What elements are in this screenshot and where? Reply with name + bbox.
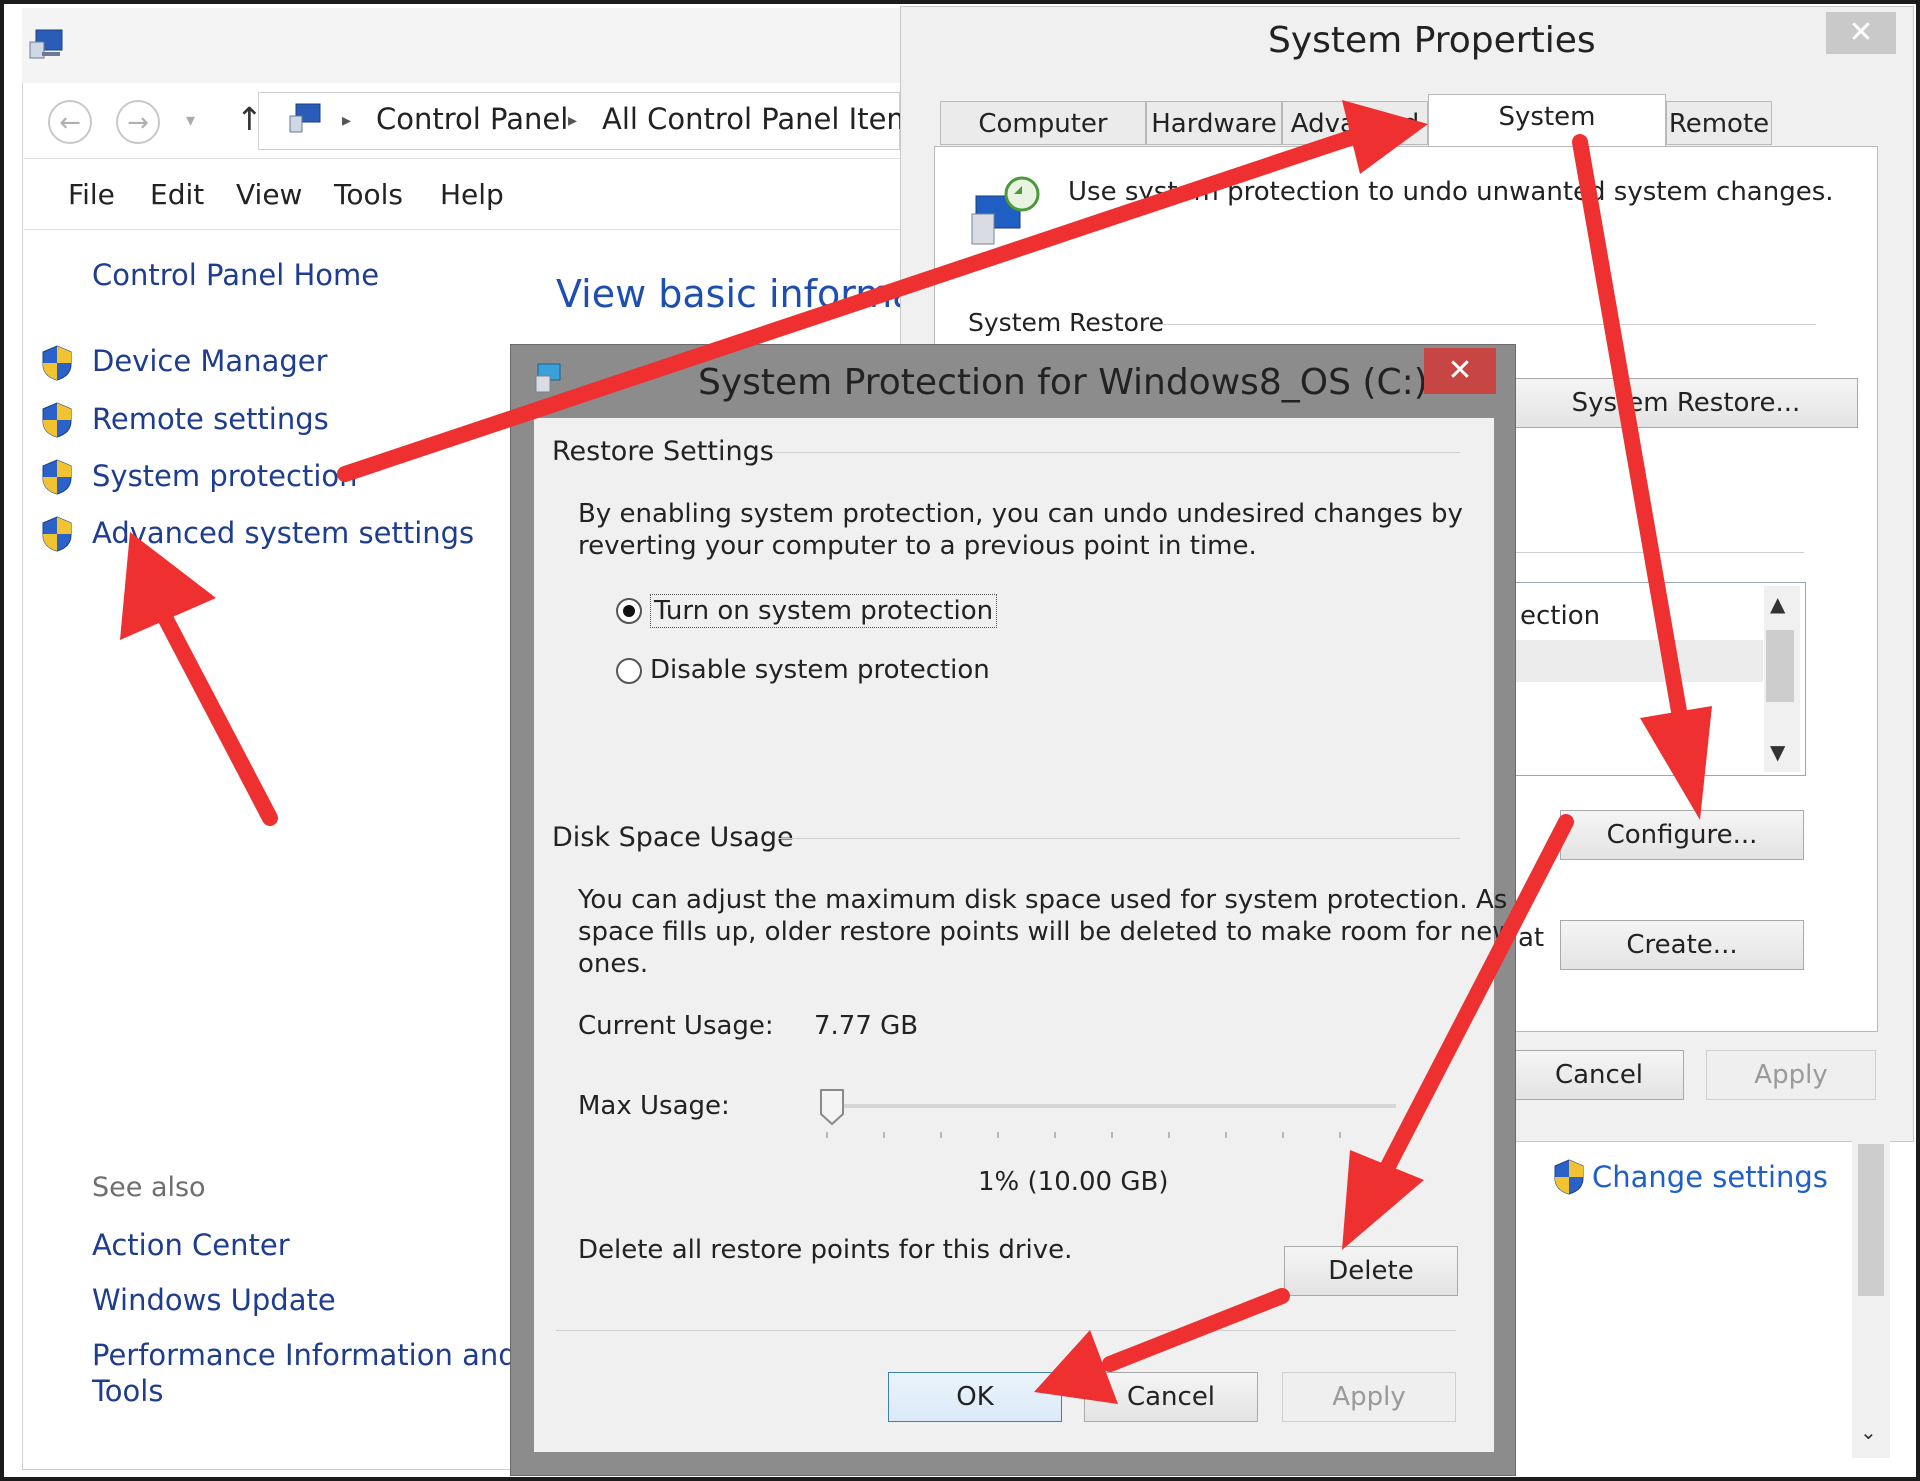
- menu-view[interactable]: View: [236, 178, 302, 211]
- list-item[interactable]: [1515, 640, 1763, 682]
- dialog-cancel-button[interactable]: Cancel: [1084, 1372, 1258, 1422]
- slider-tick-mark: [1111, 1132, 1113, 1138]
- scrollbar-thumb[interactable]: [1766, 630, 1794, 702]
- radio-disable-label[interactable]: Disable system protection: [650, 654, 990, 686]
- see-also-heading: See also: [92, 1172, 206, 1203]
- system-restore-icon: [971, 176, 1040, 245]
- menu-help[interactable]: Help: [440, 178, 504, 211]
- max-usage-slider-ticks: [826, 1132, 1398, 1140]
- system-restore-button[interactable]: System Restore...: [1514, 378, 1858, 428]
- restore-settings-label: Restore Settings: [552, 436, 774, 467]
- group-divider: [1156, 324, 1816, 325]
- breadcrumb-control-panel[interactable]: Control Panel: [376, 102, 568, 136]
- tab-remote[interactable]: Remote: [1666, 101, 1772, 145]
- menu-tools[interactable]: Tools: [334, 178, 403, 211]
- max-usage-label: Max Usage:: [578, 1091, 730, 1121]
- control-panel-home-link[interactable]: Control Panel Home: [92, 258, 379, 292]
- back-button[interactable]: ←: [48, 100, 92, 144]
- sidebar-link-advanced-system-settings[interactable]: Advanced system settings: [92, 516, 474, 550]
- recent-pages-chevron-icon[interactable]: ▾: [186, 110, 195, 131]
- slider-tick-mark: [1225, 1132, 1227, 1138]
- system-protection-dialog-icon: [535, 363, 561, 393]
- delete-button[interactable]: Delete: [1284, 1246, 1458, 1296]
- shield-icon: [1554, 1159, 1584, 1195]
- shield-icon: [42, 516, 72, 552]
- sidebar-link-system-protection[interactable]: System protection: [92, 459, 358, 493]
- restore-settings-text-line-2: reverting your computer to a previous po…: [578, 531, 1257, 561]
- group-divider: [1514, 552, 1804, 553]
- radio-selected-dot: [623, 605, 635, 617]
- dialog-apply-button: Apply: [1282, 1372, 1456, 1422]
- slider-tick-mark: [1339, 1132, 1341, 1138]
- scroll-down-chevron-icon[interactable]: ⌄: [1860, 1420, 1877, 1444]
- scrollbar-thumb[interactable]: [1858, 1144, 1884, 1296]
- ok-button[interactable]: OK: [888, 1372, 1062, 1422]
- system-properties-cancel-button[interactable]: Cancel: [1514, 1050, 1684, 1100]
- radio-turn-on[interactable]: [616, 598, 642, 624]
- see-also-action-center[interactable]: Action Center: [92, 1228, 290, 1262]
- slider-tick-mark: [997, 1132, 999, 1138]
- disk-text-line-2: space fills up, older restore points wil…: [578, 917, 1514, 947]
- slider-tick-mark: [1168, 1132, 1170, 1138]
- system-properties-apply-button: Apply: [1706, 1050, 1876, 1100]
- configure-button[interactable]: Configure...: [1560, 810, 1804, 860]
- disk-text-line-1: You can adjust the maximum disk space us…: [578, 885, 1508, 915]
- dialog-close-button[interactable]: ✕: [1424, 348, 1496, 394]
- list-column-header: ection: [1520, 601, 1601, 631]
- restore-settings-text-line-1: By enabling system protection, you can u…: [578, 499, 1463, 529]
- disk-space-usage-label: Disk Space Usage: [552, 822, 794, 853]
- create-button[interactable]: Create...: [1560, 920, 1804, 970]
- radio-disable[interactable]: [616, 658, 642, 684]
- max-usage-slider-thumb[interactable]: [819, 1088, 845, 1126]
- control-panel-titlebar: [22, 8, 922, 83]
- control-panel-icon: [289, 103, 321, 133]
- menu-file[interactable]: File: [68, 178, 115, 211]
- delete-restore-points-text: Delete all restore points for this drive…: [578, 1235, 1073, 1265]
- slider-tick-mark: [1396, 1132, 1398, 1138]
- current-usage-label: Current Usage:: [578, 1011, 774, 1041]
- system-properties-title: System Properties: [1268, 20, 1596, 61]
- see-also-windows-update[interactable]: Windows Update: [92, 1283, 336, 1317]
- scroll-up-chevron-icon[interactable]: ▲: [1770, 592, 1785, 616]
- computer-icon: [29, 29, 63, 59]
- system-properties-close-button[interactable]: ✕: [1826, 12, 1896, 54]
- see-also-performance-tools[interactable]: Tools: [92, 1374, 163, 1408]
- system-restore-group-label: System Restore: [968, 308, 1165, 337]
- tab-advanced[interactable]: Advanced: [1282, 101, 1428, 145]
- see-also-performance-information[interactable]: Performance Information and: [92, 1338, 517, 1372]
- max-usage-value: 1% (10.00 GB): [978, 1167, 1169, 1197]
- slider-tick-mark: [940, 1132, 942, 1138]
- sidebar-link-device-manager[interactable]: Device Manager: [92, 344, 328, 378]
- slider-tick-mark: [883, 1132, 885, 1138]
- page-heading: View basic informati: [556, 272, 941, 316]
- breadcrumb-all-items[interactable]: All Control Panel Items: [602, 102, 930, 136]
- system-protection-description: Use system protection to undo unwanted s…: [1068, 177, 1834, 207]
- breadcrumb-separator-icon: ▸: [568, 110, 578, 131]
- tab-computer-name[interactable]: Computer Name: [940, 101, 1146, 183]
- radio-turn-on-label[interactable]: Turn on system protection: [650, 594, 998, 628]
- slider-tick-mark: [826, 1132, 828, 1138]
- group-divider: [778, 838, 1460, 839]
- tab-system-protection[interactable]: System Protection: [1428, 94, 1666, 176]
- group-divider: [770, 452, 1460, 453]
- max-usage-slider-track[interactable]: [826, 1104, 1396, 1108]
- current-usage-value: 7.77 GB: [814, 1011, 919, 1041]
- menu-edit[interactable]: Edit: [150, 178, 204, 211]
- forward-button[interactable]: →: [116, 100, 160, 144]
- dialog-footer-divider: [556, 1330, 1456, 1331]
- disk-text-line-3: ones.: [578, 949, 649, 979]
- slider-tick-mark: [1054, 1132, 1056, 1138]
- shield-icon: [42, 402, 72, 438]
- shield-icon: [42, 345, 72, 381]
- sidebar-link-remote-settings[interactable]: Remote settings: [92, 402, 329, 436]
- dialog-title: System Protection for Windows8_OS (C:): [698, 362, 1428, 403]
- slider-tick-mark: [1282, 1132, 1284, 1138]
- create-restore-point-label: at: [1518, 923, 1545, 953]
- shield-icon: [42, 459, 72, 495]
- tab-hardware[interactable]: Hardware: [1146, 101, 1282, 145]
- change-settings-link[interactable]: Change settings: [1592, 1160, 1828, 1194]
- scroll-down-chevron-icon[interactable]: ▼: [1770, 740, 1785, 764]
- breadcrumb-separator-icon: ▸: [342, 110, 352, 131]
